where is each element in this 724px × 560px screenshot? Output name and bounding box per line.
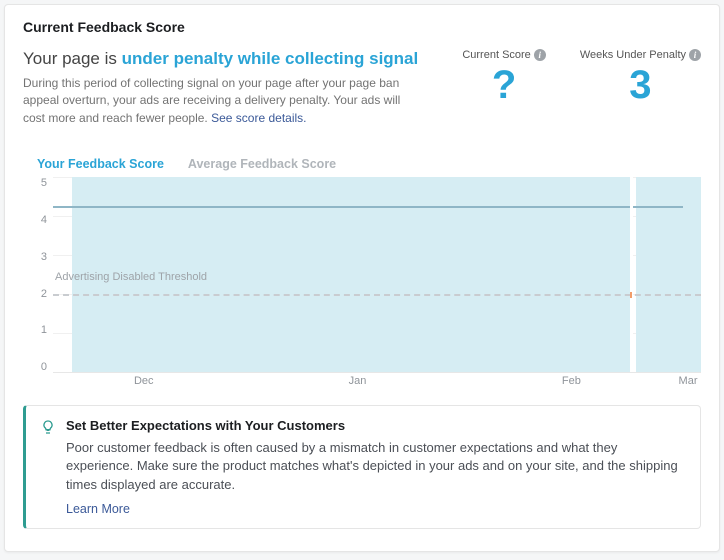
description: During this period of collecting signal … [23, 75, 423, 127]
tip-box: Set Better Expectations with Your Custom… [23, 405, 701, 529]
chart-tabs: Your Feedback Score Average Feedback Sco… [37, 157, 701, 171]
x-tick: Mar [679, 375, 698, 387]
lightbulb-icon [40, 419, 56, 435]
x-tick: Jan [349, 375, 367, 387]
weeks-penalty-metric: Weeks Under Penalty i 3 [580, 49, 701, 105]
info-icon[interactable]: i [689, 49, 701, 61]
status-prefix: Your page is [23, 49, 122, 68]
marker-gap [630, 177, 633, 372]
feedback-score-card: Current Feedback Score Your page is unde… [4, 4, 720, 552]
chart: 5 4 3 2 1 0 Advertising Disabled Thresho… [23, 177, 701, 395]
tip-title: Set Better Expectations with Your Custom… [66, 418, 686, 433]
card-title: Current Feedback Score [23, 19, 701, 35]
x-tick: Dec [134, 375, 154, 387]
current-score-label: Current Score i [462, 49, 545, 61]
score-line [53, 206, 683, 208]
current-score-value: ? [462, 65, 545, 105]
status-highlight: under penalty while collecting signal [122, 49, 419, 68]
y-tick: 4 [41, 214, 47, 226]
tab-your-score[interactable]: Your Feedback Score [37, 157, 164, 171]
learn-more-link[interactable]: Learn More [66, 502, 686, 516]
weeks-penalty-label: Weeks Under Penalty i [580, 49, 701, 61]
tip-text: Poor customer feedback is often caused b… [66, 439, 686, 494]
metrics: Current Score i ? Weeks Under Penalty i … [462, 49, 701, 105]
y-tick: 2 [41, 288, 47, 300]
status-line: Your page is under penalty while collect… [23, 49, 423, 69]
threshold-line [53, 294, 701, 296]
current-score-label-text: Current Score [462, 49, 530, 61]
y-axis: 5 4 3 2 1 0 [23, 177, 53, 395]
weeks-penalty-label-text: Weeks Under Penalty [580, 49, 686, 61]
y-tick: 3 [41, 251, 47, 263]
tab-average-score[interactable]: Average Feedback Score [188, 157, 336, 171]
x-axis: Dec Jan Feb Mar [53, 375, 701, 395]
y-tick: 1 [41, 324, 47, 336]
y-tick: 0 [41, 361, 47, 373]
threshold-label: Advertising Disabled Threshold [53, 271, 209, 283]
weeks-penalty-value: 3 [580, 65, 701, 105]
tip-content: Set Better Expectations with Your Custom… [66, 418, 686, 516]
header-left: Your page is under penalty while collect… [23, 49, 423, 127]
see-score-details-link[interactable]: See score details. [211, 111, 306, 125]
header-row: Your page is under penalty while collect… [23, 49, 701, 127]
y-tick: 5 [41, 177, 47, 189]
x-tick: Feb [562, 375, 581, 387]
current-score-metric: Current Score i ? [462, 49, 545, 105]
plot-area: Advertising Disabled Threshold [53, 177, 701, 373]
info-icon[interactable]: i [534, 49, 546, 61]
marker-tick [630, 292, 632, 298]
